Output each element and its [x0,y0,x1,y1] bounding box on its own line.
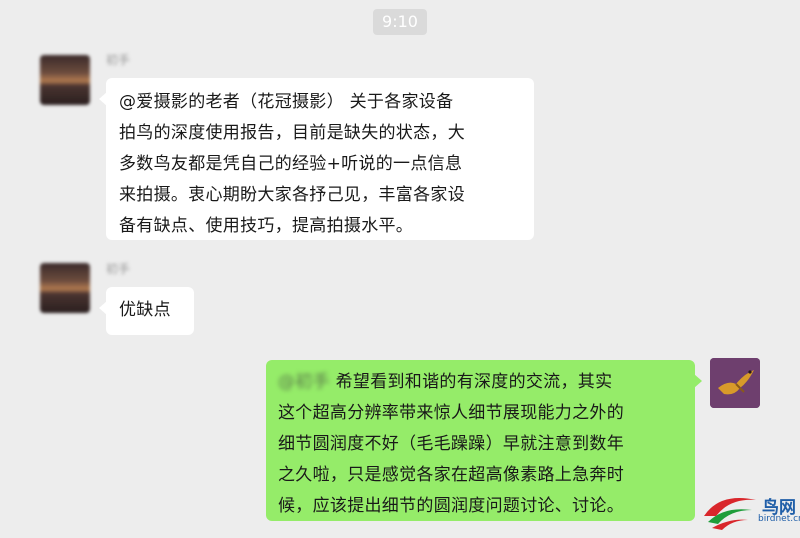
sender-name: 初手 [106,262,131,276]
message-line: 优缺点 [119,300,171,320]
birdnet-logo-icon [704,498,756,530]
message-line: 备有缺点、使用技巧，提高拍摄水平。 [119,216,414,236]
message-line: 之久啦，只是感觉各家在超高像素路上急奔时 [278,465,624,485]
sender-name: 初手 [106,53,131,67]
avatar[interactable] [40,263,90,313]
message-line: 候，应该提出细节的圆润度问题讨论、讨论。 [278,496,624,516]
message-bubble[interactable]: 优缺点 [99,287,194,335]
message-line: 细节圆润度不好（毛毛躁躁）早就注意到数年 [278,434,624,454]
bird-avatar-icon [710,358,760,408]
message-line: @初手 希望看到和谐的有深度的交流，其实 [278,372,613,392]
message-bubble-self[interactable]: @初手 希望看到和谐的有深度的交流，其实 这个超高分辨率带来惊人细节展现能力之外… [266,360,702,521]
avatar-self[interactable] [710,358,760,408]
message-bubble[interactable]: @爱摄影的老者（花冠摄影） 关于各家设备 拍鸟的深度使用报告，目前是缺失的状态，… [99,78,534,240]
mention[interactable]: @初手 [278,372,330,392]
message-timestamp: 9:10 [373,9,427,35]
watermark-site: birdnet.cn [758,514,800,524]
message-line: 拍鸟的深度使用报告，目前是缺失的状态，大 [119,123,465,143]
birdnet-watermark: 鸟网 birdnet.cn [700,486,800,534]
message-line: 多数鸟友都是凭自己的经验+听说的一点信息 [119,154,463,174]
avatar[interactable] [40,55,90,105]
message-line: @爱摄影的老者（花冠摄影） 关于各家设备 [119,92,454,112]
message-line: 来拍摄。衷心期盼大家各抒己见，丰富各家设 [119,185,465,205]
message-line: 这个超高分辨率带来惊人细节展现能力之外的 [278,403,624,423]
